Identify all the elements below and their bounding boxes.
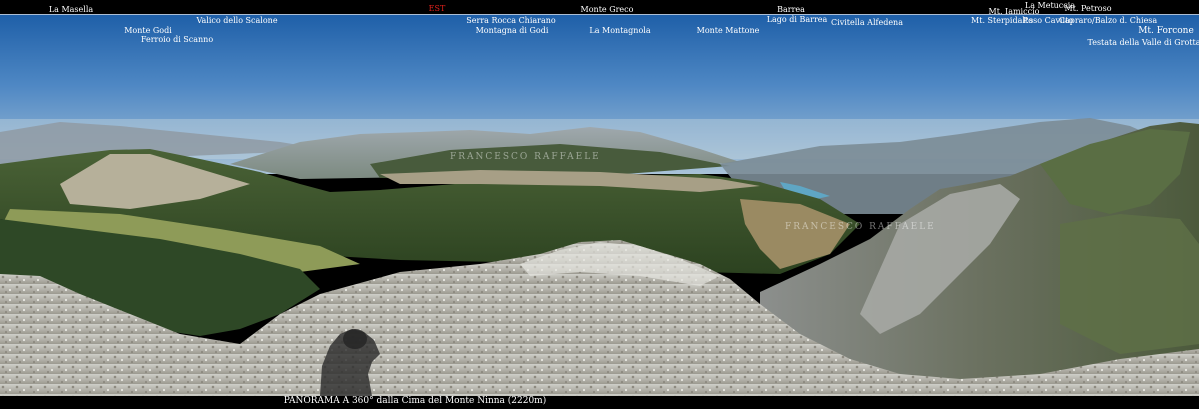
label-mt-iamiccio: Mt. Iamiccio bbox=[988, 7, 1040, 16]
label-monte-mattone: Monte Mattone bbox=[696, 26, 760, 35]
label-lago-di-barrea: Lago di Barrea bbox=[766, 15, 828, 24]
label-valico-dello-scalone: Valico dello Scalone bbox=[196, 16, 278, 25]
watermark-right: FRANCESCO RAFFAELE bbox=[785, 222, 936, 232]
panorama-caption: PANORAMA A 360° dalla Cima del Monte Nin… bbox=[283, 396, 547, 406]
label-ferroio-di-scanno: Ferroio di Scanno bbox=[140, 35, 214, 44]
panorama-frame: La Masella EST Monte Greco Barrea La Met… bbox=[0, 0, 1199, 409]
label-barrea: Barrea bbox=[777, 5, 805, 14]
watermark-center: FRANCESCO RAFFAELE bbox=[450, 152, 601, 162]
label-capraro-balzo: Capraro/Balzo d. Chiesa bbox=[1058, 16, 1158, 25]
label-la-masella: La Masella bbox=[48, 5, 94, 14]
label-civitella-alfedena: Civitella Alfedena bbox=[831, 18, 903, 27]
label-mt-petroso: Mt. Petroso bbox=[1064, 4, 1112, 13]
label-monte-greco: Monte Greco bbox=[580, 5, 634, 14]
label-est: EST bbox=[428, 4, 446, 13]
label-monte-godi: Monte Godi bbox=[124, 26, 172, 35]
label-mt-forcone: Mt. Forcone bbox=[1138, 26, 1194, 36]
panorama-photo bbox=[0, 14, 1199, 396]
label-la-montagnola: La Montagnola bbox=[589, 26, 651, 35]
label-testata-valle-di-grotta: Testata della Valle di Grotta bbox=[1087, 38, 1199, 47]
label-montagna-di-godi: Montagna di Godi bbox=[475, 26, 549, 35]
label-serra-rocca-chiarano: Serra Rocca Chiarano bbox=[466, 16, 556, 25]
